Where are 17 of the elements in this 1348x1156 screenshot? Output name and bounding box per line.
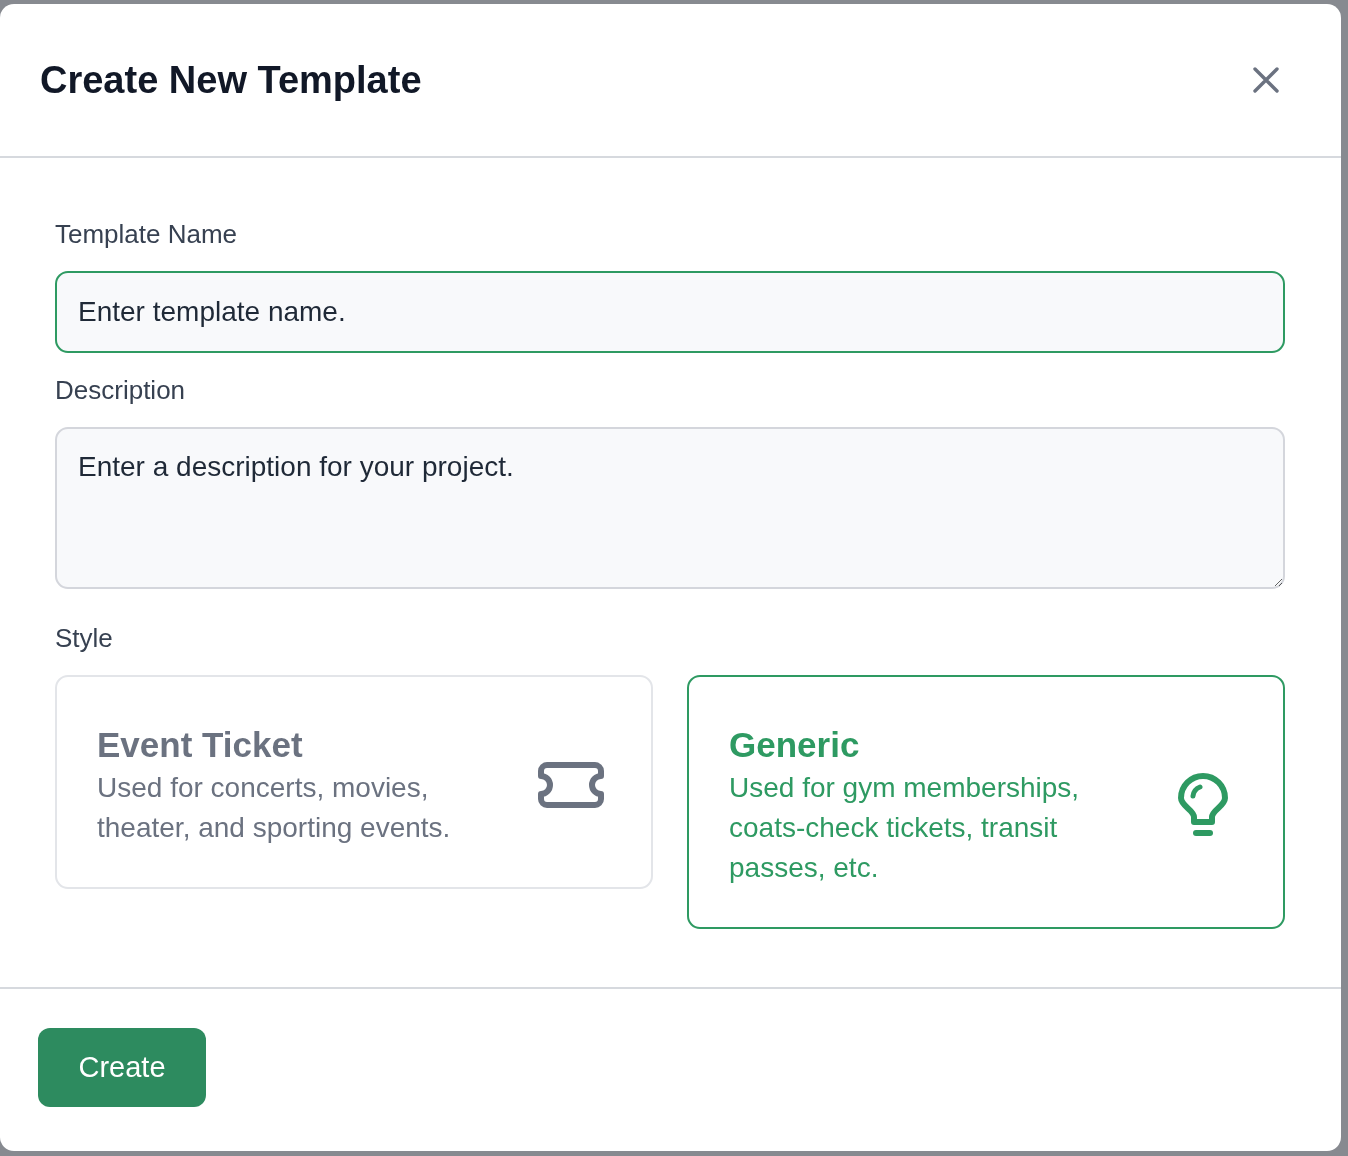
lightbulb-icon — [1178, 773, 1228, 837]
field-label: Description — [55, 374, 187, 406]
option-title: Event Ticket — [97, 724, 304, 766]
dialog-title: Create New Template — [40, 58, 422, 103]
description-input[interactable]: Enter a description for your project. — [55, 427, 1285, 589]
option-description: Used for concerts, movies, theater, and sporting events. — [97, 771, 452, 845]
style-option-card[interactable]: Event Ticket Used for concerts, movies, theater, and sporting events. — [55, 675, 653, 889]
field-label: Style — [55, 622, 114, 654]
option-title: Generic — [729, 724, 861, 766]
field-label: Template Name — [55, 218, 239, 250]
close-button[interactable] — [1253, 67, 1279, 93]
close-icon — [1253, 67, 1279, 93]
style-option-card[interactable]: Generic Used for gym memberships, coats-check tickets, transit passes, etc. — [687, 675, 1285, 929]
name-input[interactable]: Enter template name. — [55, 271, 1285, 353]
ticket-icon — [538, 762, 604, 808]
create-button[interactable]: Create — [38, 1028, 206, 1107]
option-description: Used for gym memberships, coats-check tickets, transit passes, etc. — [729, 771, 1081, 885]
